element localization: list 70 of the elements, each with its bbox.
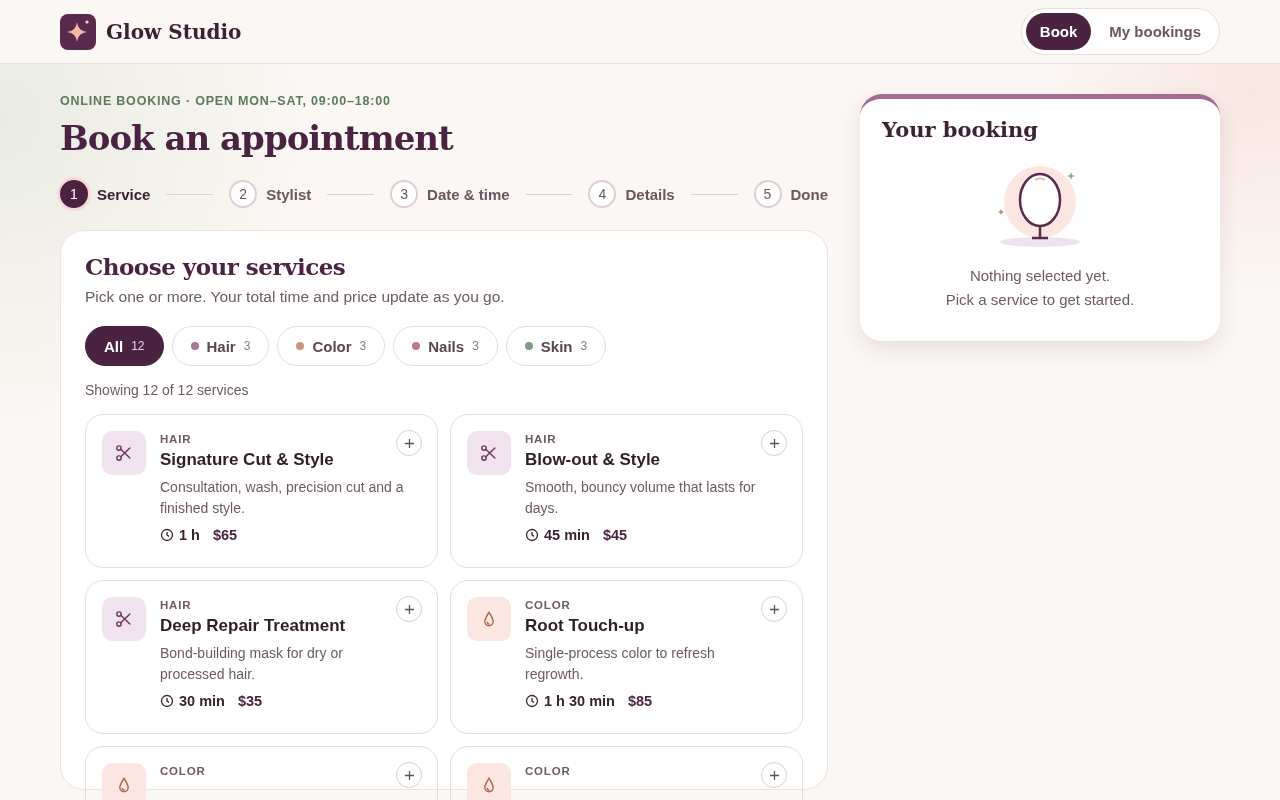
service-price: $65 (212, 527, 238, 543)
step-label: Done (790, 185, 828, 203)
empty-message: Nothing selected yet. Pick a service to get started. (945, 266, 1135, 310)
plus-icon (403, 603, 415, 615)
service-card[interactable]: HAIR Signature Cut & Style Consultation, wash, precision cut and a finished style. 1 h $65 (85, 414, 438, 568)
add-button[interactable] (396, 430, 422, 456)
service-card[interactable]: HAIR Deep Repair Treatment Bond-building mask for dry or processed hair. 30 min $35 (85, 580, 438, 734)
service-name: Blow-out & Style (525, 450, 662, 470)
service-card[interactable]: HAIR Blow-out & Style Smooth, bouncy volume that lasts for days. 45 min $45 (450, 414, 803, 568)
step-label: Date & time (427, 185, 510, 203)
add-button[interactable] (761, 596, 787, 622)
service-duration: 1 h 30 min (544, 693, 615, 709)
add-button[interactable] (761, 430, 787, 456)
service-description: Smooth, bouncy volume that lasts for days. (525, 478, 757, 518)
service-duration: 30 min (179, 693, 225, 709)
step-number: 3 (390, 180, 419, 208)
step-number: 2 (229, 180, 258, 208)
add-button[interactable] (396, 762, 422, 788)
service-name: Signature Cut & Style (160, 450, 335, 470)
service-category: HAIR (525, 433, 558, 445)
filter-chip[interactable]: Nails 3 (393, 326, 498, 366)
service-card[interactable]: COLOR (85, 746, 438, 800)
service-category: COLOR (525, 765, 572, 777)
nav-tab[interactable]: My bookings (1095, 13, 1215, 50)
service-price: $35 (237, 693, 263, 709)
service-name: Root Touch-up (525, 616, 646, 636)
step-number: 1 (60, 180, 88, 208)
service-description: Bond-building mask for dry or processed hair. (160, 644, 344, 684)
service-price: $85 (627, 693, 653, 709)
service-card[interactable]: COLOR Root Touch-up Single-process color to refresh regrowth. 1 h 30 min $85 (450, 580, 803, 734)
step-label: Details (625, 185, 675, 203)
nav-tab[interactable]: Book (1025, 13, 1092, 50)
step-number: 5 (753, 180, 782, 208)
clock-icon (160, 528, 174, 542)
plus-icon (403, 437, 415, 449)
clock-icon (525, 694, 539, 708)
filter-chip[interactable]: Hair 3 (171, 326, 270, 366)
service-name: Deep Repair Treatment (160, 616, 347, 636)
service-description: Single-process color to refresh regrowth. (525, 644, 716, 684)
clock-icon (525, 528, 539, 542)
booking-title: Your booking (882, 117, 1038, 142)
sparkle-logo-icon (60, 13, 96, 50)
clock-icon (160, 694, 174, 708)
filter-chip[interactable]: Color 3 (277, 326, 386, 366)
page-title: Book an appointment (60, 118, 455, 158)
step-number: 4 (588, 180, 617, 208)
plus-icon (768, 769, 780, 781)
service-duration: 45 min (544, 527, 590, 543)
plus-icon (768, 437, 780, 449)
service-duration: 1 h (179, 527, 200, 543)
eyebrow-text: ONLINE BOOKING · OPEN MON–SAT, 09:00–18:00 (60, 94, 392, 108)
brand-name: Glow Studio (106, 19, 242, 44)
service-price: $45 (602, 527, 628, 543)
add-button[interactable] (761, 762, 787, 788)
service-card[interactable]: COLOR (450, 746, 803, 800)
result-count: Showing 12 of 12 services (85, 382, 250, 398)
filter-chip[interactable]: All 12 (85, 326, 164, 366)
add-button[interactable] (396, 596, 422, 622)
plus-icon (403, 769, 415, 781)
panel-subtitle: Pick one or more. Your total time and price update as you go. (85, 288, 506, 306)
service-category: COLOR (525, 599, 572, 611)
service-category: HAIR (160, 433, 193, 445)
service-description: Consultation, wash, precision cut and a finished style. (160, 478, 405, 518)
step-label: Stylist (266, 185, 312, 203)
service-category: COLOR (160, 765, 207, 777)
filter-chip[interactable]: Skin 3 (505, 326, 607, 366)
panel-title: Choose your services (85, 253, 347, 280)
step-label: Service (97, 185, 151, 203)
plus-icon (768, 603, 780, 615)
service-category: HAIR (160, 599, 193, 611)
